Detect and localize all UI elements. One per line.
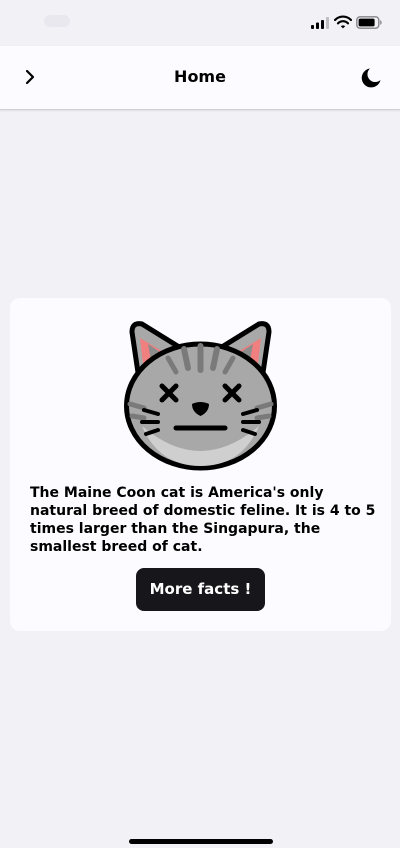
cat-fact-text: The Maine Coon cat is America's only nat…	[30, 485, 376, 555]
cellular-signal-icon	[311, 17, 329, 29]
cat-face-icon	[124, 321, 277, 471]
more-facts-button[interactable]: More facts !	[136, 568, 265, 611]
wifi-icon	[334, 15, 352, 29]
status-bar	[0, 0, 400, 46]
navigation-bar: Home	[0, 46, 400, 110]
moon-icon	[361, 68, 381, 88]
theme-toggle-button[interactable]	[356, 63, 386, 93]
chevron-right-icon	[25, 69, 35, 85]
home-indicator[interactable]	[129, 839, 273, 844]
battery-icon	[356, 16, 382, 29]
cat-fact-card: The Maine Coon cat is America's only nat…	[10, 298, 391, 631]
page-title: Home	[174, 67, 226, 86]
status-time-placeholder	[44, 15, 70, 27]
back-button[interactable]	[16, 63, 44, 91]
